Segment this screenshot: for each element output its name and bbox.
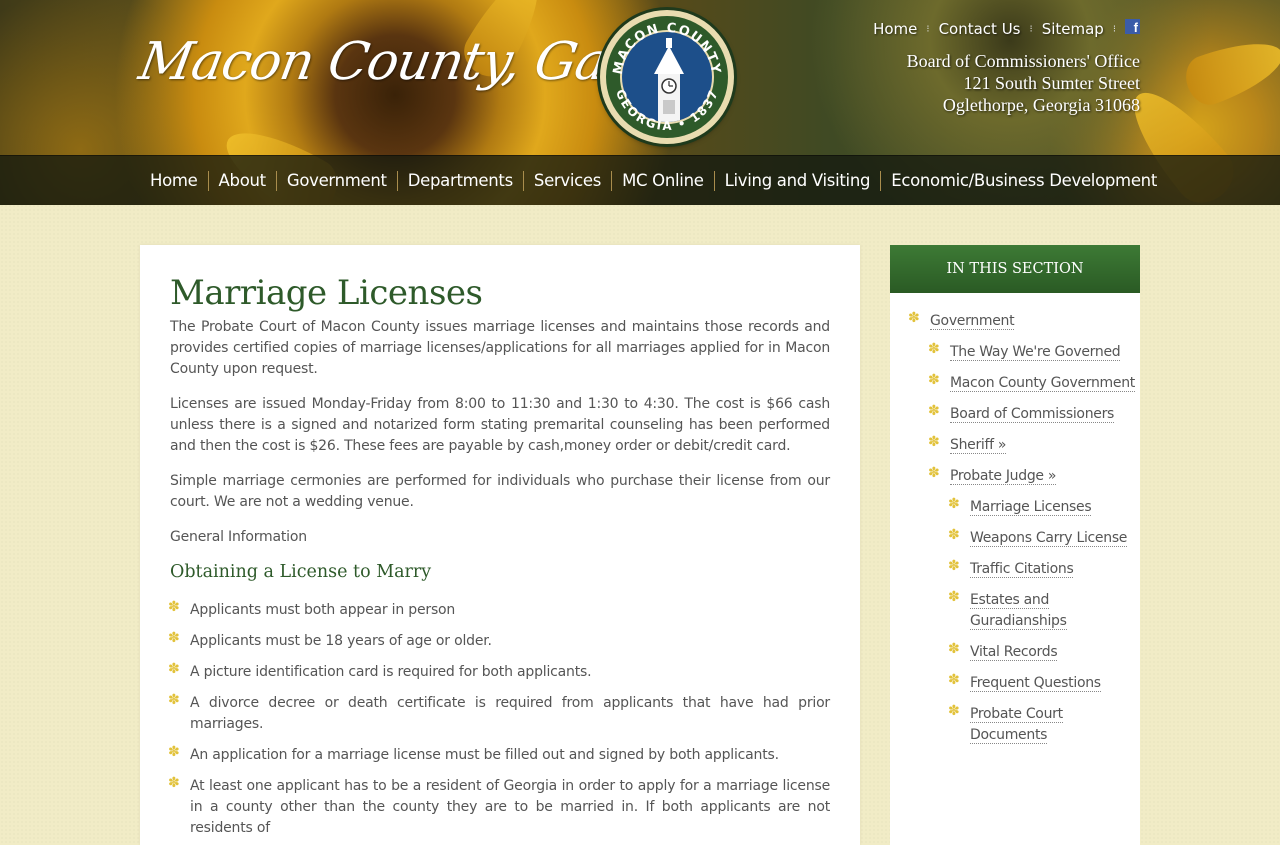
asterisk-flower-icon: ✽ [928, 403, 940, 419]
top-link-contact-us[interactable]: Contact Us [939, 20, 1021, 38]
list-item: ✽ An application for a marriage license m… [168, 744, 830, 766]
sidebar-item-vital-records[interactable]: ✽ Vital Records [948, 641, 1140, 663]
asterisk-flower-icon: ✽ [928, 465, 940, 481]
sunflower-petal-decoration [1179, 29, 1280, 111]
asterisk-flower-icon: ✽ [168, 630, 180, 646]
list-item-text: An application for a marriage license mu… [190, 747, 779, 763]
sidebar-link[interactable]: Board of Commissioners [950, 406, 1114, 423]
nav-item-economic-business-development[interactable]: Economic/Business Development [880, 171, 1167, 191]
nav-item-government[interactable]: Government [275, 171, 397, 191]
sidebar-item-probate-judge[interactable]: ✽ Probate Judge » [928, 465, 1140, 487]
list-item: ✽ A divorce decree or death certificate i… [168, 692, 830, 735]
section-heading: Obtaining a License to Marry [170, 562, 432, 582]
office-address: Board of Commissioners' Office 121 South… [907, 50, 1140, 116]
address-line-city: Oglethorpe, Georgia 31068 [942, 95, 1140, 115]
top-link-home[interactable]: Home [873, 20, 917, 38]
sidebar-link[interactable]: Estates and Guradianships [970, 592, 1067, 630]
list-item-text: A divorce decree or death certificate is… [190, 695, 830, 732]
nav-item-mc-online[interactable]: MC Online [611, 171, 714, 191]
asterisk-flower-icon: ✽ [948, 558, 960, 574]
link-separator: ⁝ [926, 23, 930, 35]
site-header: Macon County, Ga. MACON COUNTY GEORGIA •… [0, 0, 1280, 205]
asterisk-flower-icon: ✽ [168, 692, 180, 708]
asterisk-flower-icon: ✽ [948, 496, 960, 512]
sidebar-link[interactable]: Traffic Citations [970, 561, 1074, 578]
asterisk-flower-icon: ✽ [928, 434, 940, 450]
asterisk-flower-icon: ✽ [948, 703, 960, 719]
asterisk-flower-icon: ✽ [948, 589, 960, 605]
sidebar-link[interactable]: Sheriff » [950, 437, 1007, 454]
county-seal-logo[interactable]: MACON COUNTY GEORGIA • 1837 [600, 10, 734, 144]
requirements-list: ✽ Applicants must both appear in person ✽… [168, 599, 830, 839]
list-item: ✽ At least one applicant has to be a resi… [168, 775, 830, 839]
nav-item-departments[interactable]: Departments [396, 171, 523, 191]
sidebar-link[interactable]: The Way We're Governed [950, 344, 1121, 361]
sidebar-link[interactable]: Macon County Government [950, 375, 1135, 392]
sidebar-link[interactable]: Probate Court Documents [970, 706, 1063, 744]
list-item-text: A picture identification card is require… [190, 664, 592, 680]
sidebar-link[interactable]: Probate Judge » [950, 468, 1056, 485]
asterisk-flower-icon: ✽ [168, 661, 180, 677]
sidebar-item-the-way-were-governed[interactable]: ✽ The Way We're Governed [928, 341, 1140, 363]
sidebar-item-sheriff[interactable]: ✽ Sheriff » [928, 434, 1140, 456]
seal-top-text: MACON COUNTY [611, 21, 723, 76]
sidebar-link[interactable]: Marriage Licenses [970, 499, 1092, 516]
link-separator: ⁝ [1112, 23, 1116, 35]
asterisk-flower-icon: ✽ [168, 744, 180, 760]
facebook-icon[interactable]: f [1125, 18, 1140, 35]
list-item: ✽ Applicants must both appear in person [168, 599, 830, 621]
asterisk-flower-icon: ✽ [928, 341, 940, 357]
asterisk-flower-icon: ✽ [948, 641, 960, 657]
nav-item-home[interactable]: Home [140, 171, 208, 191]
main-content: Marriage Licenses The Probate Court of M… [140, 245, 860, 845]
sidebar-item-traffic-citations[interactable]: ✽ Traffic Citations [948, 558, 1140, 580]
asterisk-flower-icon: ✽ [168, 599, 180, 615]
sidebar-link[interactable]: Vital Records [970, 644, 1058, 661]
asterisk-flower-icon: ✽ [168, 775, 180, 791]
list-item: ✽ A picture identification card is requir… [168, 661, 830, 683]
list-item: ✽ Applicants must be 18 years of age or o… [168, 630, 830, 652]
ceremony-paragraph: Simple marriage cermonies are performed … [170, 473, 830, 510]
asterisk-flower-icon: ✽ [908, 310, 920, 326]
seal-bottom-text: GEORGIA • 1837 [613, 87, 721, 133]
top-utility-links: Home ⁝ Contact Us ⁝ Sitemap ⁝ f [873, 18, 1140, 38]
sidebar-item-estates-and-guardianships[interactable]: ✽ Estates and Guradianships [948, 589, 1140, 632]
sidebar-header: IN THIS SECTION [890, 245, 1140, 293]
nav-item-about[interactable]: About [207, 171, 276, 191]
main-navigation: Home About Government Departments Servic… [0, 155, 1280, 205]
sidebar-item-board-of-commissioners[interactable]: ✽ Board of Commissioners [928, 403, 1140, 425]
link-separator: ⁝ [1029, 23, 1033, 35]
section-sidebar: IN THIS SECTION ✽ Government ✽ The Way We'… [890, 245, 1140, 845]
hours-fees-paragraph: Licenses are issued Monday-Friday from 8… [170, 396, 830, 454]
top-link-sitemap[interactable]: Sitemap [1042, 20, 1104, 38]
sidebar-item-marriage-licenses[interactable]: ✽ Marriage Licenses [948, 496, 1140, 518]
nav-item-living-and-visiting[interactable]: Living and Visiting [713, 171, 881, 191]
site-logo[interactable]: Macon County, Ga. [135, 32, 627, 92]
address-line-street: 121 South Sumter Street [963, 73, 1141, 93]
sidebar-nav-list: ✽ Government ✽ The Way We're Governed ✽ Mac… [890, 293, 1140, 746]
sidebar-link[interactable]: Frequent Questions [970, 675, 1101, 692]
sidebar-item-probate-court-documents[interactable]: ✽ Probate Court Documents [948, 703, 1140, 746]
asterisk-flower-icon: ✽ [948, 527, 960, 543]
address-line-office: Board of Commissioners' Office [906, 51, 1140, 71]
sidebar-item-macon-county-government[interactable]: ✽ Macon County Government [928, 372, 1140, 394]
list-item-text: At least one applicant has to be a resid… [190, 778, 830, 836]
list-item-text: Applicants must be 18 years of age or ol… [190, 633, 492, 649]
sidebar-item-weapons-carry-license[interactable]: ✽ Weapons Carry License [948, 527, 1140, 549]
general-information-label: General Information [170, 529, 307, 545]
asterisk-flower-icon: ✽ [948, 672, 960, 688]
sidebar-link[interactable]: Government [930, 313, 1015, 330]
sidebar-link[interactable]: Weapons Carry License [970, 530, 1127, 547]
intro-paragraph: The Probate Court of Macon County issues… [170, 319, 830, 377]
sidebar-item-government[interactable]: ✽ Government [908, 310, 1140, 332]
sidebar-item-frequent-questions[interactable]: ✽ Frequent Questions [948, 672, 1140, 694]
page-title: Marriage Licenses [170, 273, 483, 313]
list-item-text: Applicants must both appear in person [190, 602, 456, 618]
nav-item-services[interactable]: Services [522, 171, 611, 191]
asterisk-flower-icon: ✽ [928, 372, 940, 388]
